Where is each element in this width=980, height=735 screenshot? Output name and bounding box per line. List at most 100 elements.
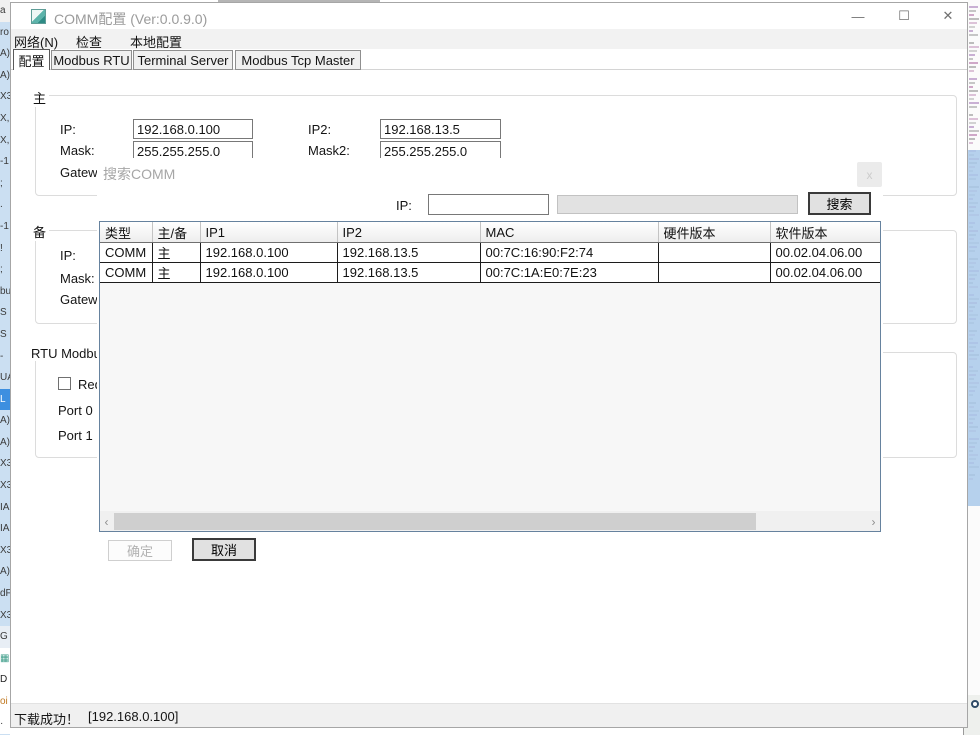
scroll-right-icon[interactable]: › — [867, 511, 880, 532]
bg-text-fragment: IA — [0, 497, 10, 519]
dialog-close-icon[interactable]: x — [857, 162, 882, 187]
bg-code-line — [969, 114, 973, 116]
ok-button[interactable]: 确定 — [108, 540, 172, 561]
bg-code-line — [969, 94, 976, 96]
bg-code-line — [969, 10, 976, 12]
bg-code-line — [969, 34, 978, 36]
ip-input[interactable] — [133, 119, 253, 139]
table-row[interactable]: COMM主192.168.0.100192.168.13.500:7C:1A:E… — [100, 263, 880, 283]
tab-terminal-server[interactable]: Terminal Server — [133, 50, 233, 70]
dialog-title: 搜索COMM — [103, 164, 175, 184]
bg-text-fragment: ▦ — [0, 648, 10, 670]
ip2-input[interactable] — [380, 119, 501, 139]
app-icon — [31, 9, 46, 24]
bg-code-line — [969, 66, 976, 68]
scroll-left-icon[interactable]: ‹ — [100, 511, 113, 532]
bg-code-line — [969, 102, 979, 104]
bg-text-fragment: ; — [0, 259, 10, 281]
backup-ip-label: IP: — [60, 248, 76, 263]
bg-text-fragment: bu — [0, 281, 10, 303]
bg-code-line — [969, 106, 977, 108]
column-header[interactable]: 类型 — [100, 222, 152, 243]
scrollbar-thumb[interactable] — [114, 513, 756, 530]
bg-text-fragment: dF — [0, 583, 10, 605]
bg-code-line — [969, 130, 979, 132]
bg-code-line — [969, 118, 978, 120]
bg-text-fragment: a — [0, 0, 10, 22]
bg-text-fragment: A) — [0, 43, 10, 65]
menu-item-check[interactable]: 检查 — [76, 32, 102, 51]
bg-text-fragment: X3 — [0, 475, 10, 497]
menu-item-local-config[interactable]: 本地配置 — [130, 32, 182, 51]
status-message: 下载成功！ — [14, 709, 79, 728]
ip-label: IP: — [60, 122, 76, 137]
bg-code-line — [969, 126, 974, 128]
bg-code-line — [969, 14, 974, 16]
search-progress-bar — [557, 195, 798, 214]
bg-text-fragment: A) — [0, 432, 10, 454]
bg-text-fragment: L — [0, 389, 10, 411]
column-header[interactable]: 软件版本 — [770, 222, 880, 243]
bg-text-fragment: S — [0, 302, 10, 324]
backup-mask-label: Mask: — [60, 271, 95, 286]
screen: aroA)A)X3X,X,-1;.-1!;buSS-UALA)A)X3X3IAI… — [0, 0, 980, 735]
bg-text-fragment: -1 — [0, 151, 10, 173]
bg-text-fragment: X3 — [0, 605, 10, 627]
bg-text-fragment: X, — [0, 108, 10, 130]
rtu-group-title: RTU Modbu — [28, 346, 104, 361]
bg-text-fragment: X, — [0, 130, 10, 152]
tab-config[interactable]: 配置 — [13, 49, 50, 70]
column-header[interactable]: 主/备 — [152, 222, 200, 243]
dialog-ip-input[interactable] — [428, 194, 549, 215]
bg-text-fragment: ; — [0, 173, 10, 195]
backup-group-title: 备 — [30, 222, 49, 241]
device-table-body: COMM主192.168.0.100192.168.13.500:7C:16:9… — [100, 243, 880, 283]
device-table: 类型主/备IP1IP2MAC硬件版本软件版本 COMM主192.168.0.10… — [100, 222, 880, 283]
background-selection-block — [968, 150, 980, 506]
tab-modbus-rtu[interactable]: Modbus RTU — [51, 50, 132, 70]
bg-code-line — [969, 134, 977, 136]
tab-modbus-tcp-master[interactable]: Modbus Tcp Master — [235, 50, 361, 70]
bg-text-fragment: A) — [0, 561, 10, 583]
search-button[interactable]: 搜索 — [808, 192, 871, 215]
bg-code-line — [969, 78, 977, 80]
bg-text-fragment: A) — [0, 65, 10, 87]
bg-code-line — [969, 54, 975, 56]
mask2-label: Mask2: — [308, 143, 350, 158]
bg-text-fragment: ! — [0, 238, 10, 260]
bg-text-fragment: ro — [0, 22, 10, 44]
bg-code-line — [969, 62, 978, 64]
bg-text-fragment: UA — [0, 367, 10, 389]
minimize-button[interactable]: — — [840, 3, 876, 29]
column-header[interactable]: MAC — [480, 222, 658, 243]
search-comm-dialog: 搜索COMM x IP: 搜索 类型主/备IP1IP2MAC硬件版本软件版本 C… — [97, 158, 883, 570]
background-editor-left-strip: aroA)A)X3X,X,-1;.-1!;buSS-UALA)A)X3X3IAI… — [0, 0, 10, 735]
column-header[interactable]: 硬件版本 — [658, 222, 770, 243]
bg-code-line — [969, 22, 977, 24]
bg-code-line — [969, 70, 974, 72]
main-group-title: 主 — [30, 88, 49, 107]
port0-label: Port 0 ( — [58, 403, 101, 418]
bg-code-line — [969, 50, 977, 52]
bg-code-line — [969, 30, 973, 32]
bg-code-line — [969, 82, 975, 84]
bg-text-fragment: · — [0, 713, 10, 735]
horizontal-scrollbar[interactable]: ‹ › — [100, 511, 880, 532]
port1-label: Port 1 ( — [58, 428, 101, 443]
table-header-row: 类型主/备IP1IP2MAC硬件版本软件版本 — [100, 222, 880, 243]
ip2-label: IP2: — [308, 122, 331, 137]
maximize-button[interactable]: ☐ — [886, 3, 922, 29]
close-button[interactable]: ✕ — [930, 3, 966, 29]
table-row[interactable]: COMM主192.168.0.100192.168.13.500:7C:16:9… — [100, 243, 880, 263]
bg-code-line — [969, 138, 975, 140]
bg-text-fragment: D — [0, 669, 10, 691]
bg-code-line — [969, 58, 973, 60]
device-table-container[interactable]: 类型主/备IP1IP2MAC硬件版本软件版本 COMM主192.168.0.10… — [99, 221, 881, 532]
bg-code-line — [969, 18, 979, 20]
mask-label: Mask: — [60, 143, 95, 158]
column-header[interactable]: IP1 — [200, 222, 337, 243]
bg-code-line — [969, 98, 974, 100]
column-header[interactable]: IP2 — [337, 222, 480, 243]
cancel-button[interactable]: 取消 — [192, 538, 256, 561]
redundant-checkbox[interactable] — [58, 377, 71, 390]
